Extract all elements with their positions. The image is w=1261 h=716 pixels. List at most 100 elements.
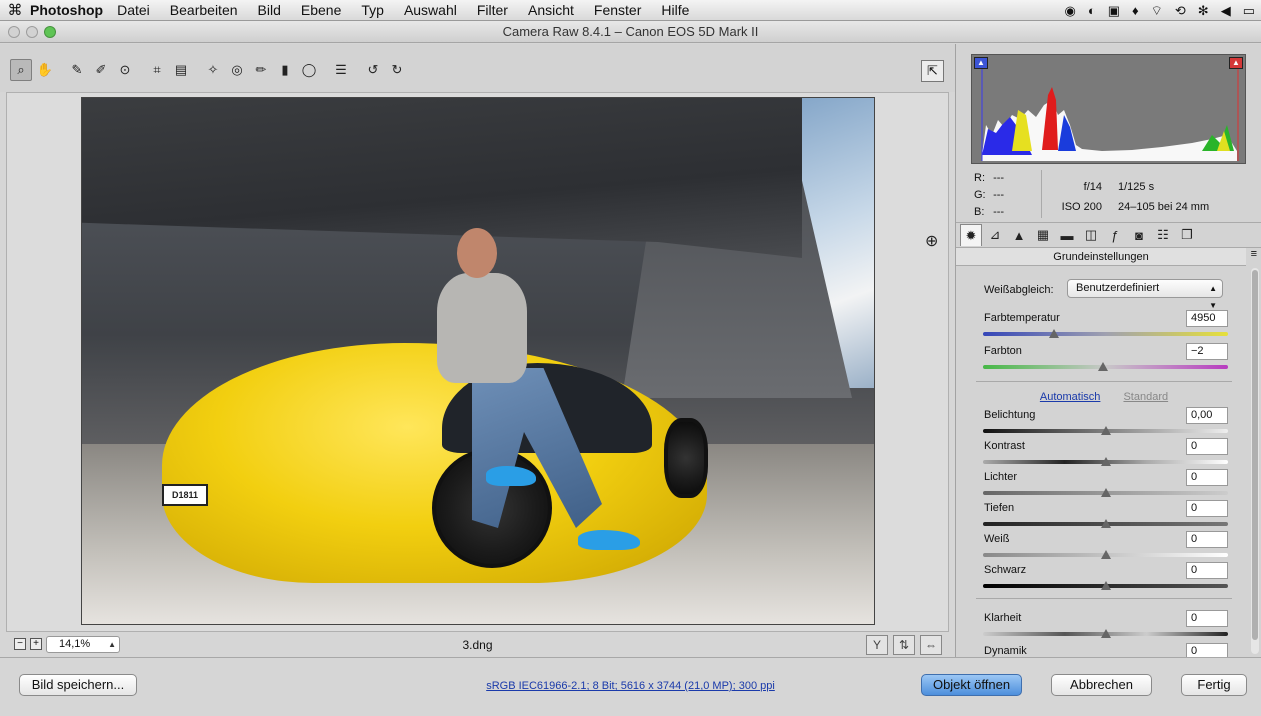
rotate-left-icon[interactable]: ↺ bbox=[362, 59, 384, 81]
image-preview[interactable]: D1811 ⊕ bbox=[6, 92, 949, 632]
tab-detail-icon[interactable]: ▲ bbox=[1008, 224, 1030, 246]
select-arrows-icon: ▲▼ bbox=[1209, 284, 1217, 310]
tab-presets-icon[interactable]: ☷ bbox=[1152, 224, 1174, 246]
minimize-window-icon[interactable] bbox=[26, 26, 38, 38]
zoom-cursor-icon: ⊕ bbox=[925, 233, 939, 250]
drop-icon[interactable]: ♦ bbox=[1132, 3, 1139, 18]
slider-label: Kontrast bbox=[984, 440, 1025, 452]
hand-tool-icon[interactable]: ✋ bbox=[34, 59, 56, 81]
slider-value-input[interactable]: 0 bbox=[1186, 500, 1228, 517]
b-value: --- bbox=[993, 206, 1005, 218]
spot-removal-tool-icon[interactable]: ✧ bbox=[202, 59, 224, 81]
zoom-window-icon[interactable] bbox=[44, 26, 56, 38]
cancel-button[interactable]: Abbrechen bbox=[1051, 674, 1152, 696]
g-value: --- bbox=[993, 189, 1005, 201]
menu-fenster[interactable]: Fenster bbox=[594, 2, 641, 18]
panel-section-title: Grundeinstellungen bbox=[956, 248, 1246, 266]
radial-filter-icon[interactable]: ◯ bbox=[298, 59, 320, 81]
adjustment-brush-icon[interactable]: ✏ bbox=[250, 59, 272, 81]
open-object-button[interactable]: Objekt öffnen bbox=[921, 674, 1022, 696]
menu-auswahl[interactable]: Auswahl bbox=[404, 2, 457, 18]
preview-statusbar: − + 14,1% ▲▼ 3.dng Y ⇅ ⇔ bbox=[6, 633, 949, 664]
color-sampler-tool-icon[interactable]: ✐ bbox=[90, 59, 112, 81]
menu-ansicht[interactable]: Ansicht bbox=[528, 2, 574, 18]
record-icon[interactable]: ◉ bbox=[1065, 3, 1076, 19]
apple-logo-icon[interactable]: ⌘ bbox=[0, 1, 30, 19]
slider-track[interactable] bbox=[983, 332, 1228, 336]
slider-knob[interactable] bbox=[1100, 457, 1111, 466]
rotate-right-icon[interactable]: ↻ bbox=[386, 59, 408, 81]
tab-effects-icon[interactable]: ƒ bbox=[1104, 224, 1126, 246]
slider-value-input[interactable]: 0 bbox=[1186, 610, 1228, 627]
slider-knob[interactable] bbox=[1100, 488, 1111, 497]
slider-knob[interactable] bbox=[1100, 629, 1111, 638]
graduated-filter-icon[interactable]: ▮ bbox=[274, 59, 296, 81]
slider-knob[interactable] bbox=[1100, 426, 1111, 435]
slider-knob[interactable] bbox=[1049, 329, 1060, 338]
r-value: --- bbox=[993, 172, 1005, 184]
workflow-options-text[interactable]: sRGB IEC61966-2.1; 8 Bit; 5616 x 3744 (2… bbox=[486, 680, 775, 692]
tab-hsl-icon[interactable]: ▦ bbox=[1032, 224, 1054, 246]
done-button[interactable]: Fertig bbox=[1181, 674, 1247, 696]
menu-typ[interactable]: Typ bbox=[361, 2, 384, 18]
photo-canvas[interactable]: D1811 bbox=[81, 97, 875, 625]
slider-knob[interactable] bbox=[1100, 519, 1111, 528]
slider-knob[interactable] bbox=[1100, 581, 1111, 590]
slider-knob[interactable] bbox=[1098, 362, 1109, 371]
slider-value-input[interactable]: 0 bbox=[1186, 438, 1228, 455]
g-label: G: bbox=[974, 189, 986, 201]
menu-bild[interactable]: Bild bbox=[258, 2, 281, 18]
scrollbar-thumb[interactable] bbox=[1252, 270, 1258, 640]
white-balance-select[interactable]: Benutzerdefiniert ▲ ▼ bbox=[1067, 279, 1223, 310]
panel-scrollbar[interactable] bbox=[1251, 268, 1259, 654]
toggle-settings-icon[interactable]: ⇔ bbox=[920, 635, 942, 655]
slider-value-input[interactable]: 0 bbox=[1186, 562, 1228, 579]
close-window-icon[interactable] bbox=[8, 26, 20, 38]
file-name: 3.dng bbox=[462, 638, 493, 652]
standard-link[interactable]: Standard bbox=[1123, 391, 1168, 403]
menu-app-name[interactable]: Photoshop bbox=[30, 2, 103, 18]
time-machine-icon[interactable]: ⟲ bbox=[1175, 3, 1186, 19]
slider-value-input[interactable]: 0 bbox=[1186, 531, 1228, 548]
slider-value-input[interactable]: 0 bbox=[1186, 643, 1228, 657]
tab-split-toning-icon[interactable]: ▬ bbox=[1056, 224, 1078, 246]
menu-datei[interactable]: Datei bbox=[117, 2, 150, 18]
tab-camera-calibration-icon[interactable]: ◙ bbox=[1128, 224, 1150, 246]
swap-settings-icon[interactable]: ⇅ bbox=[893, 635, 915, 655]
volume-icon[interactable]: ◀ bbox=[1221, 3, 1231, 19]
zoom-tool-icon[interactable]: ⌕ bbox=[10, 59, 32, 81]
straighten-tool-icon[interactable]: ▤ bbox=[170, 59, 192, 81]
battery-icon[interactable]: ▭ bbox=[1243, 3, 1255, 19]
highlight-clipping-icon[interactable]: ▲ bbox=[1229, 57, 1243, 69]
bluetooth-icon[interactable]: ✻ bbox=[1198, 3, 1209, 19]
crop-tool-icon[interactable]: ⌗ bbox=[146, 59, 168, 81]
menu-filter[interactable]: Filter bbox=[477, 2, 508, 18]
slider-value-input[interactable]: 0,00 bbox=[1186, 407, 1228, 424]
targeted-adjustment-tool-icon[interactable]: ⊙ bbox=[114, 59, 136, 81]
white-balance-tool-icon[interactable]: ✎ bbox=[66, 59, 88, 81]
slider-value-input[interactable]: 0 bbox=[1186, 469, 1228, 486]
menu-bearbeiten[interactable]: Bearbeiten bbox=[170, 2, 238, 18]
auto-standard-row: Automatisch Standard bbox=[956, 391, 1252, 403]
screen-icon[interactable]: ▣ bbox=[1108, 3, 1120, 19]
divider bbox=[976, 598, 1232, 599]
slider-value-input[interactable]: 4950 bbox=[1186, 310, 1228, 327]
fullscreen-toggle-icon[interactable]: ⇱ bbox=[921, 60, 944, 82]
tab-snapshots-icon[interactable]: ❐ bbox=[1176, 224, 1198, 246]
preferences-icon[interactable]: ☰ bbox=[330, 59, 352, 81]
shadow-clipping-icon[interactable]: ▲ bbox=[974, 57, 988, 69]
slider-value-input[interactable]: −2 bbox=[1186, 343, 1228, 360]
toggle-icon[interactable]: ◐ bbox=[1088, 3, 1096, 18]
tab-lens-corrections-icon[interactable]: ◫ bbox=[1080, 224, 1102, 246]
automatic-link[interactable]: Automatisch bbox=[1040, 391, 1101, 403]
wifi-icon[interactable]: ⌔ bbox=[1151, 3, 1163, 19]
slider-knob[interactable] bbox=[1100, 550, 1111, 559]
tab-tone-curve-icon[interactable]: ⊿ bbox=[984, 224, 1006, 246]
before-after-icon[interactable]: Y bbox=[866, 635, 888, 655]
panel-menu-icon[interactable]: ≡ bbox=[1251, 248, 1257, 260]
menu-ebene[interactable]: Ebene bbox=[301, 2, 341, 18]
red-eye-tool-icon[interactable]: ◎ bbox=[226, 59, 248, 81]
menu-hilfe[interactable]: Hilfe bbox=[661, 2, 689, 18]
slider-exposure: Belichtung 0,00 bbox=[983, 407, 1228, 439]
tab-basic-icon[interactable]: ✹ bbox=[960, 224, 982, 246]
